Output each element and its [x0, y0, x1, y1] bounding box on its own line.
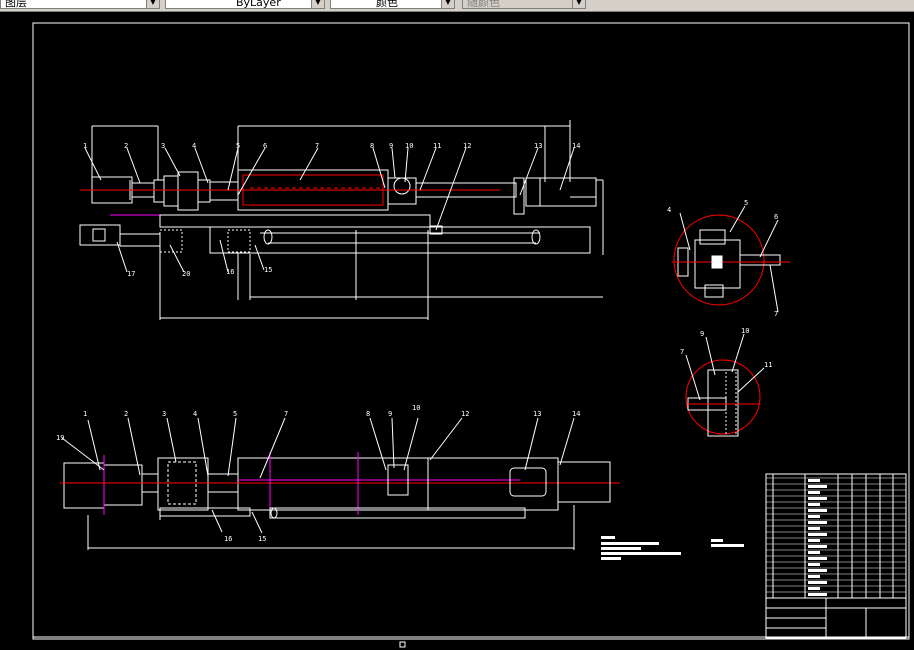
detail-b [685, 333, 765, 437]
plotstyle-combo-value: 随颜色 [467, 0, 500, 9]
properties-toolbar: 图层 ▼ ByLayer ▼ 颜色 ▼ 随颜色 ▼ [0, 0, 914, 12]
callout-label: 5 [236, 142, 240, 150]
chevron-down-icon[interactable]: ▼ [146, 0, 159, 8]
table-cell-text [808, 587, 820, 590]
callout-label: 16 [226, 268, 234, 276]
table-cell-text [808, 509, 827, 512]
callout-label: 9 [389, 142, 393, 150]
callout-label: 10 [741, 327, 749, 335]
callout-label: 13 [534, 142, 542, 150]
callout-label: 4 [193, 410, 197, 418]
table-cell-text [808, 569, 827, 572]
table-cell-text [808, 551, 820, 554]
callout-label: 7 [774, 310, 778, 318]
detail-b-labels: 7 9 10 11 [680, 327, 772, 369]
table-cell-text [808, 539, 820, 542]
table-cell-text [808, 593, 827, 596]
callout-label: 9 [388, 410, 392, 418]
callout-label: 1 [83, 410, 87, 418]
table-cell-text [808, 581, 827, 584]
chevron-down-icon[interactable]: ▼ [311, 0, 324, 8]
callout-label: 7 [315, 142, 319, 150]
callout-label: 2 [124, 410, 128, 418]
color-combo-value: 颜色 [376, 0, 398, 9]
layer-combo[interactable]: 图层 ▼ [0, 0, 160, 9]
callout-label: 16 [224, 535, 232, 543]
chevron-down-icon[interactable]: ▼ [441, 0, 454, 8]
callout-label: 6 [774, 213, 778, 221]
callout-label: 14 [572, 142, 580, 150]
parts-list-rows [766, 477, 906, 596]
drawing-canvas[interactable]: 1 2 3 4 5 6 7 8 9 10 11 12 13 14 15 16 1… [0, 12, 914, 650]
callout-label: 4 [667, 206, 671, 214]
detail-a [672, 205, 790, 313]
callout-label: 12 [461, 410, 469, 418]
callout-label: 11 [764, 361, 772, 369]
plotstyle-combo: 随颜色 ▼ [462, 0, 586, 9]
callout-label: 9 [700, 330, 704, 338]
chevron-down-icon: ▼ [572, 0, 585, 8]
callout-label: 1 [83, 142, 87, 150]
callout-label: 20 [182, 270, 190, 278]
callout-label: 15 [258, 535, 266, 543]
table-cell-text [808, 557, 827, 560]
callout-label: 12 [463, 142, 471, 150]
drawing-frame [32, 22, 910, 640]
table-cell-text [808, 563, 820, 566]
callout-label: 10 [405, 142, 413, 150]
callout-label: 11 [433, 142, 441, 150]
callout-label: 19 [56, 434, 64, 442]
color-combo[interactable]: 颜色 ▼ [330, 0, 455, 9]
callout-label: 6 [263, 142, 267, 150]
callout-label: 4 [192, 142, 196, 150]
callout-label: 7 [284, 410, 288, 418]
layer-combo-value: 图层 [5, 0, 27, 9]
callout-label: 10 [412, 404, 420, 412]
plan-view-labels: 1 2 3 4 5 7 8 9 10 12 13 14 15 16 19 [56, 404, 580, 543]
grip-marker[interactable] [399, 641, 406, 648]
callout-label: 8 [370, 142, 374, 150]
callout-label: 7 [680, 348, 684, 356]
table-cell-text [808, 521, 827, 524]
callout-label: 15 [264, 266, 272, 274]
elevation-view [79, 120, 604, 320]
table-cell-text [808, 479, 820, 482]
callout-label: 14 [572, 410, 580, 418]
table-cell-text [808, 575, 820, 578]
callout-label: 8 [366, 410, 370, 418]
table-cell-text [808, 545, 827, 548]
table-cell-text [808, 527, 820, 530]
table-cell-text [808, 485, 827, 488]
callout-label: 5 [233, 410, 237, 418]
table-cell-text [808, 515, 820, 518]
table-cell-text [808, 533, 827, 536]
callout-label: 5 [744, 199, 748, 207]
callout-label: 3 [162, 410, 166, 418]
linetype-combo-value: ByLayer [236, 0, 281, 9]
table-cell-text [808, 503, 820, 506]
detail-a-labels: 4 5 6 7 [667, 199, 778, 318]
table-cell-text [808, 491, 820, 494]
callout-label: 2 [124, 142, 128, 150]
technical-notes [601, 536, 744, 560]
table-cell-text [808, 497, 827, 500]
plan-view [60, 417, 620, 550]
callout-label: 3 [161, 142, 165, 150]
linetype-combo[interactable]: ByLayer ▼ [165, 0, 325, 9]
callout-label: 13 [533, 410, 541, 418]
callout-label: 17 [127, 270, 135, 278]
